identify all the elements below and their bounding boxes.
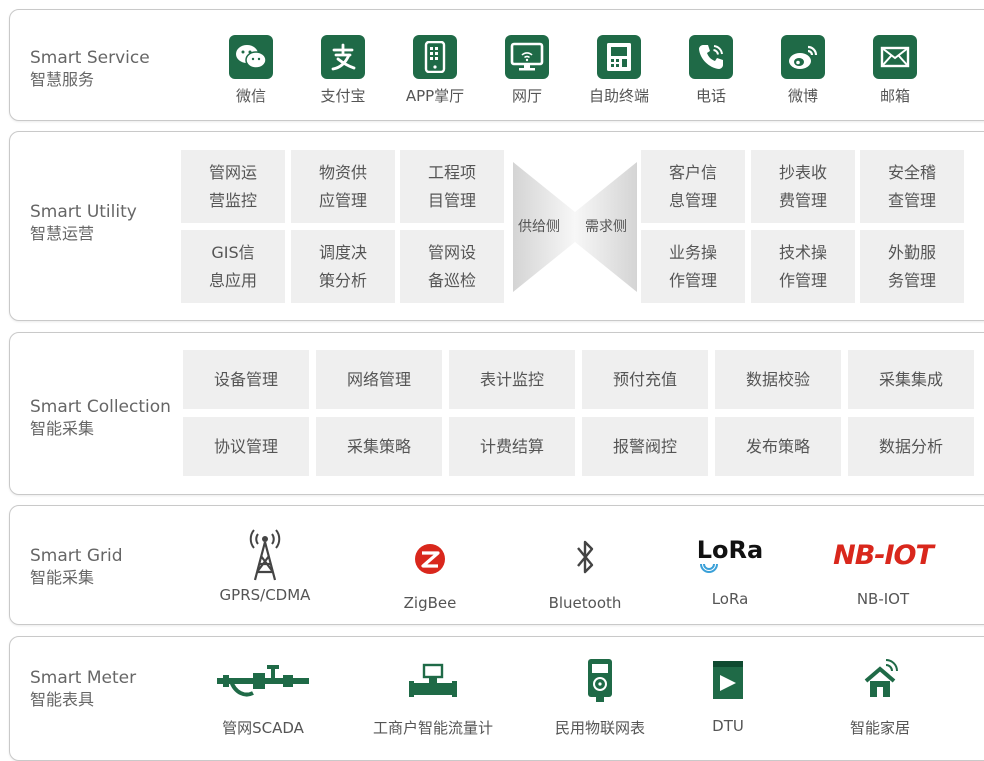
utility-item[interactable]: 工程项 目管理	[400, 150, 504, 223]
bluetooth-icon	[577, 540, 594, 574]
mail-icon	[873, 35, 917, 79]
smart-utility-panel: Smart Utility 智慧运营 管网运 营监控 物资供 应管理 工程项 目管理 …	[9, 131, 984, 321]
service-self-terminal[interactable]: 自助终端	[579, 35, 659, 106]
collection-item[interactable]: 采集策略	[316, 417, 442, 476]
dtu-icon	[713, 661, 743, 699]
zigbee-icon	[415, 544, 445, 574]
grid-nb-iot[interactable]: NB-IOT NB-IOT	[828, 536, 938, 608]
monitor-icon	[505, 35, 549, 79]
collection-item[interactable]: 网络管理	[316, 350, 442, 409]
nb-iot-logo: NB-IOT	[833, 540, 934, 571]
utility-item[interactable]: 抄表收 费管理	[751, 150, 855, 223]
pipeline-icon	[217, 665, 309, 697]
utility-item[interactable]: 安全稽 查管理	[860, 150, 964, 223]
collection-item[interactable]: 报警阀控	[582, 417, 708, 476]
smart-collection-panel: Smart Collection 智能采集 设备管理 网络管理 表计监控 预付充…	[9, 332, 984, 495]
panel-title: Smart Collection 智能采集	[30, 397, 171, 438]
collection-item[interactable]: 协议管理	[183, 417, 309, 476]
collection-item[interactable]: 数据校验	[715, 350, 841, 409]
collection-item[interactable]: 表计监控	[449, 350, 575, 409]
grid-gprs[interactable]: GPRS/CDMA	[205, 524, 325, 604]
panel-title: Smart Meter 智能表具	[30, 668, 137, 709]
collection-item[interactable]: 计费结算	[449, 417, 575, 476]
household-meter-icon	[588, 659, 612, 702]
service-mail[interactable]: 邮箱	[855, 35, 935, 106]
meter-smart-home[interactable]: 智能家居	[830, 657, 930, 738]
meter-dtu[interactable]: DTU	[678, 657, 778, 735]
utility-item[interactable]: GIS信 息应用	[181, 230, 285, 303]
smart-meter-panel: Smart Meter 智能表具 管网SCADA 工商户智能流量计 民用物联网表…	[9, 636, 984, 761]
service-alipay[interactable]: 支付宝	[303, 35, 383, 106]
smart-service-panel: Smart Service 智慧服务 微信 支付宝 APP掌厅 网厅 自助终端	[9, 9, 984, 121]
meter-flow[interactable]: 工商户智能流量计	[358, 657, 508, 738]
alipay-icon	[321, 35, 365, 79]
flow-meter-icon	[409, 663, 457, 697]
collection-item[interactable]: 发布策略	[715, 417, 841, 476]
grid-zigbee[interactable]: ZigBee	[380, 536, 480, 612]
collection-item[interactable]: 设备管理	[183, 350, 309, 409]
mobile-app-icon	[413, 35, 457, 79]
supply-side-label: 供给侧	[518, 219, 560, 235]
panel-title: Smart Service 智慧服务	[30, 48, 150, 89]
meter-scada[interactable]: 管网SCADA	[203, 657, 323, 738]
utility-item[interactable]: 业务操 作管理	[641, 230, 745, 303]
service-wechat[interactable]: 微信	[211, 35, 291, 106]
collection-item[interactable]: 预付充值	[582, 350, 708, 409]
panel-title: Smart Grid 智能采集	[30, 546, 123, 587]
utility-item[interactable]: 管网设 备巡检	[400, 230, 504, 303]
antenna-tower-icon	[249, 529, 281, 581]
utility-item[interactable]: 客户信 息管理	[641, 150, 745, 223]
utility-item[interactable]: 物资供 应管理	[291, 150, 395, 223]
service-weibo[interactable]: 微博	[763, 35, 843, 106]
grid-bluetooth[interactable]: Bluetooth	[535, 534, 635, 612]
utility-item[interactable]: 外勤服 务管理	[860, 230, 964, 303]
panel-title: Smart Utility 智慧运营	[30, 202, 137, 243]
smart-grid-panel: Smart Grid 智能采集 GPRS/CDMA ZigBee Bluetoo…	[9, 505, 984, 625]
lora-logo: LoRa	[680, 536, 780, 582]
service-web-hall[interactable]: 网厅	[487, 35, 567, 106]
atm-terminal-icon	[597, 35, 641, 79]
utility-item[interactable]: 调度决 策分析	[291, 230, 395, 303]
service-app[interactable]: APP掌厅	[395, 35, 475, 106]
weibo-icon	[781, 35, 825, 79]
wechat-icon	[229, 35, 273, 79]
grid-lora[interactable]: LoRa LoRa	[680, 536, 780, 608]
service-phone[interactable]: 电话	[671, 35, 751, 106]
demand-side-label: 需求侧	[585, 219, 627, 235]
utility-item[interactable]: 管网运 营监控	[181, 150, 285, 223]
meter-household[interactable]: 民用物联网表	[535, 657, 665, 738]
smart-home-icon	[864, 659, 898, 697]
collection-item[interactable]: 数据分析	[848, 417, 974, 476]
collection-item[interactable]: 采集集成	[848, 350, 974, 409]
utility-item[interactable]: 技术操 作管理	[751, 230, 855, 303]
phone-icon	[689, 35, 733, 79]
